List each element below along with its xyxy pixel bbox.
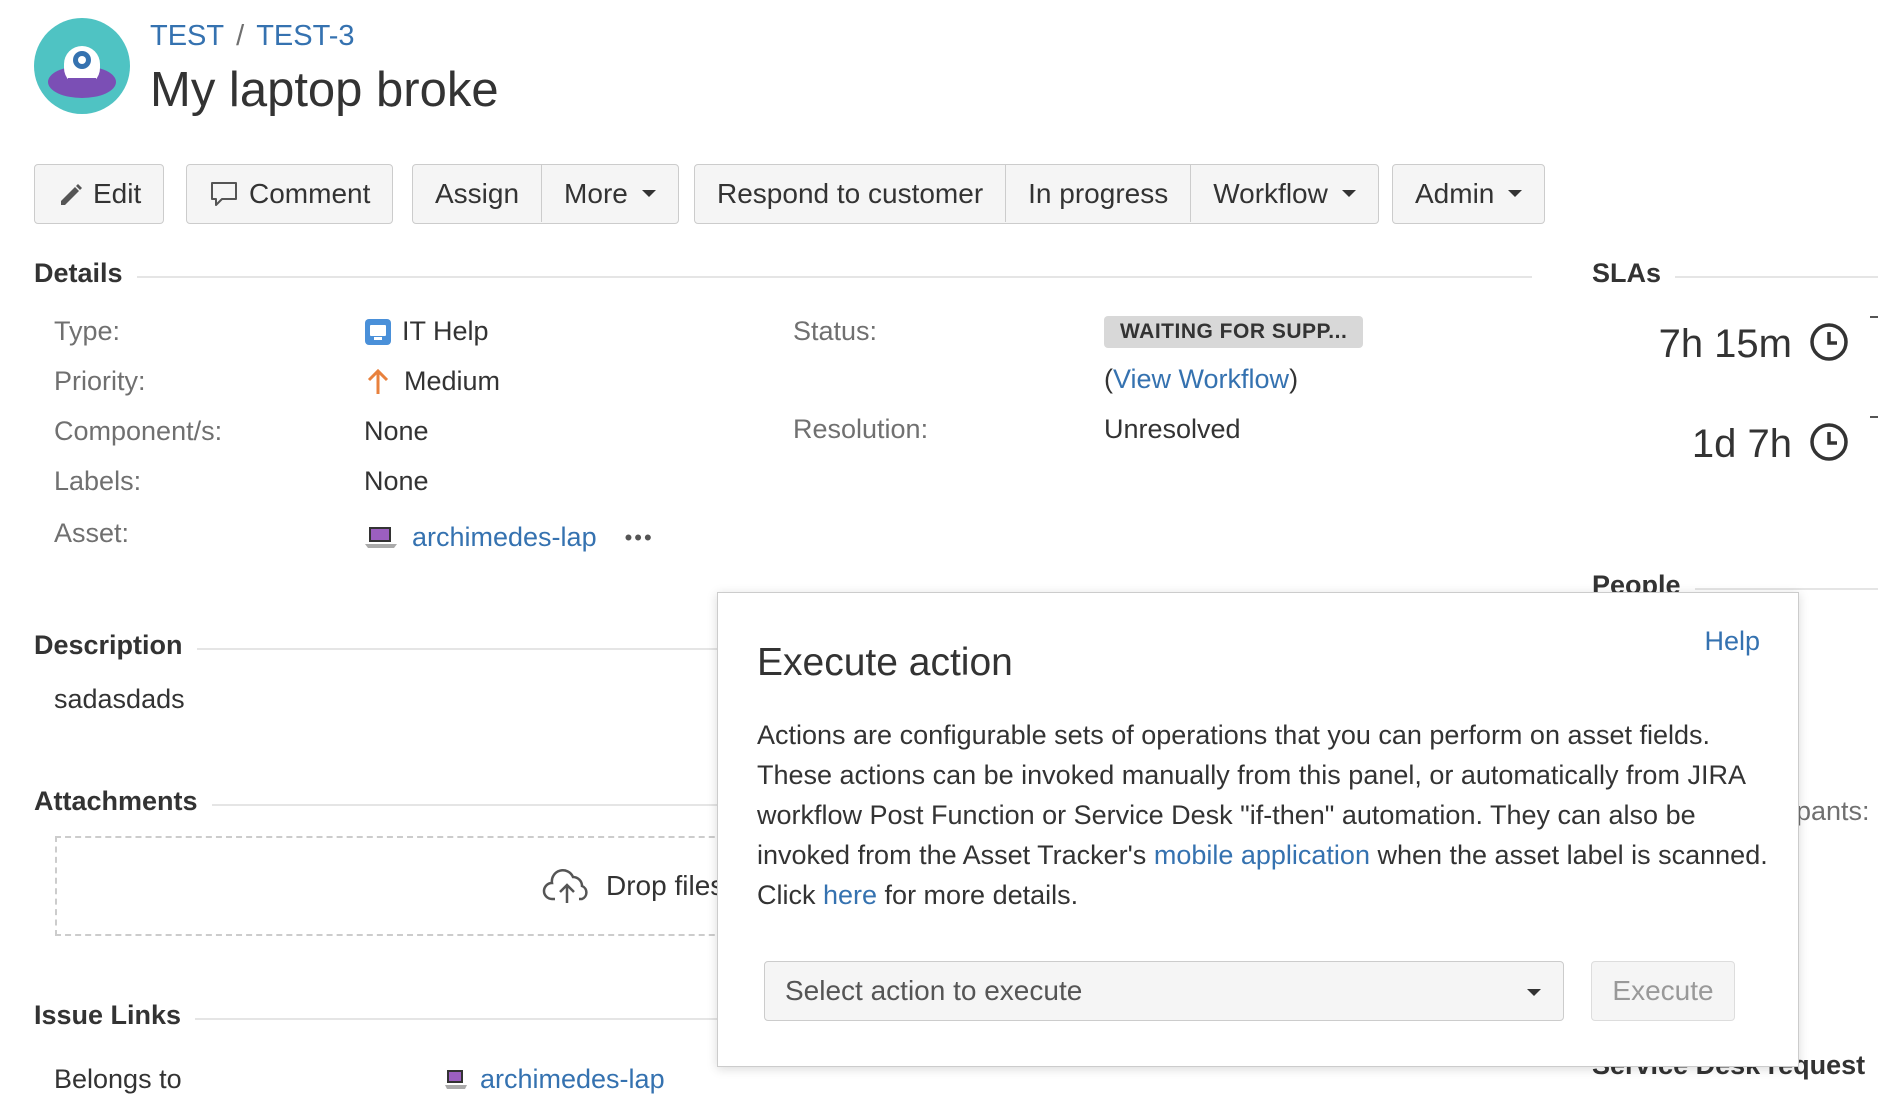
more-button[interactable]: More (541, 165, 678, 222)
priority-text: Medium (404, 366, 501, 396)
details-rule (34, 276, 1532, 278)
admin-label: Admin (1415, 177, 1495, 209)
resolution-label: Resolution: (793, 414, 929, 444)
it-help-icon (365, 318, 391, 345)
asset-value: archimedes-lap ••• (364, 522, 654, 553)
breadcrumb-separator: / (236, 20, 245, 52)
chevron-down-icon (1527, 989, 1541, 996)
slas-heading: SLAs (1592, 258, 1676, 289)
description-heading: Description (34, 630, 197, 661)
dialog-title: Execute action (757, 641, 1013, 684)
chevron-down-icon (641, 190, 656, 197)
edit-label: Edit (93, 177, 142, 209)
assign-button[interactable]: Assign (413, 165, 541, 222)
chevron-down-icon (1341, 190, 1356, 197)
asset-more-icon[interactable]: ••• (625, 525, 654, 551)
paren-close: ) (1289, 364, 1299, 394)
help-link[interactable]: Help (1704, 626, 1760, 657)
sla-tick-2 (1870, 416, 1878, 418)
edit-button[interactable]: Edit (35, 165, 163, 222)
admin-group: Admin (1392, 164, 1546, 224)
status-badge: WAITING FOR SUPP... (1104, 316, 1364, 348)
type-text: IT Help (402, 316, 489, 346)
resolution-value: Unresolved (1104, 414, 1241, 444)
project-avatar[interactable] (34, 18, 130, 114)
breadcrumb-issue-key[interactable]: TEST-3 (256, 20, 354, 52)
comment-button[interactable]: Comment (187, 165, 392, 222)
clock-icon (1810, 423, 1848, 461)
paren-open: ( (1104, 364, 1113, 394)
breadcrumb-project[interactable]: TEST (150, 20, 224, 52)
view-workflow: (View Workflow) (1104, 364, 1298, 395)
workflow-button[interactable]: Workflow (1190, 165, 1378, 222)
breadcrumb: TEST / TEST-3 (150, 20, 355, 53)
issue-links-heading: Issue Links (34, 1000, 196, 1031)
execute-action-dialog: Execute action Help Actions are configur… (717, 592, 1799, 1067)
dropzone-label: Drop files (542, 869, 725, 903)
linked-asset-link[interactable]: archimedes-lap (480, 1064, 665, 1095)
edit-group: Edit (34, 164, 165, 224)
sla-time-1: 7h 15m (1658, 322, 1792, 366)
drop-files-text: Drop files (606, 870, 725, 901)
sla-tick-1 (1870, 316, 1878, 318)
workflow-label: Workflow (1213, 177, 1328, 209)
action-select-placeholder: Select action to execute (785, 975, 1083, 1006)
assign-more-group: Assign More (412, 164, 679, 224)
components-label: Component/s: (54, 416, 223, 446)
asset-link[interactable]: archimedes-lap (412, 522, 597, 553)
comment-label: Comment (249, 177, 371, 209)
mobile-application-link[interactable]: mobile application (1154, 840, 1370, 870)
laptop-icon (445, 1069, 467, 1089)
details-heading: Details (34, 258, 137, 289)
page-title: My laptop broke (150, 63, 499, 117)
comment-group: Comment (186, 164, 394, 224)
attachments-heading: Attachments (34, 786, 212, 817)
view-workflow-link[interactable]: View Workflow (1113, 364, 1289, 395)
sla-time-2: 1d 7h (1691, 422, 1792, 466)
action-select[interactable]: Select action to execute (764, 961, 1564, 1021)
asset-label: Asset: (54, 518, 130, 548)
priority-label: Priority: (54, 366, 146, 396)
participants-label: pants: (1796, 796, 1870, 826)
priority-value: Medium (364, 366, 500, 397)
dialog-text-3: for more details. (877, 880, 1079, 910)
link-relation: Belongs to (54, 1064, 182, 1094)
type-value: IT Help (364, 316, 489, 347)
respond-to-customer-button[interactable]: Respond to customer (695, 165, 1005, 222)
admin-button[interactable]: Admin (1393, 165, 1544, 222)
linked-asset: archimedes-lap (444, 1064, 665, 1095)
alien-icon (34, 18, 130, 114)
cloud-upload-icon (542, 869, 588, 903)
pencil-icon (61, 183, 82, 205)
here-link[interactable]: here (823, 880, 877, 910)
arrow-up-icon (367, 368, 389, 394)
chevron-down-icon (1508, 190, 1523, 197)
labels-label: Labels: (54, 466, 142, 496)
laptop-icon (365, 526, 397, 548)
in-progress-button[interactable]: In progress (1005, 165, 1190, 222)
dialog-description: Actions are configurable sets of operati… (757, 715, 1777, 915)
components-value: None (364, 416, 429, 446)
comment-icon (211, 181, 237, 206)
type-label: Type: (54, 316, 121, 346)
more-label: More (564, 177, 628, 209)
labels-value: None (364, 466, 429, 496)
description-text: sadasdads (54, 684, 185, 714)
transition-group: Respond to customer In progress Workflow (694, 164, 1379, 224)
status-label: Status: (793, 316, 878, 346)
clock-icon (1810, 323, 1848, 361)
execute-button[interactable]: Execute (1591, 961, 1735, 1021)
